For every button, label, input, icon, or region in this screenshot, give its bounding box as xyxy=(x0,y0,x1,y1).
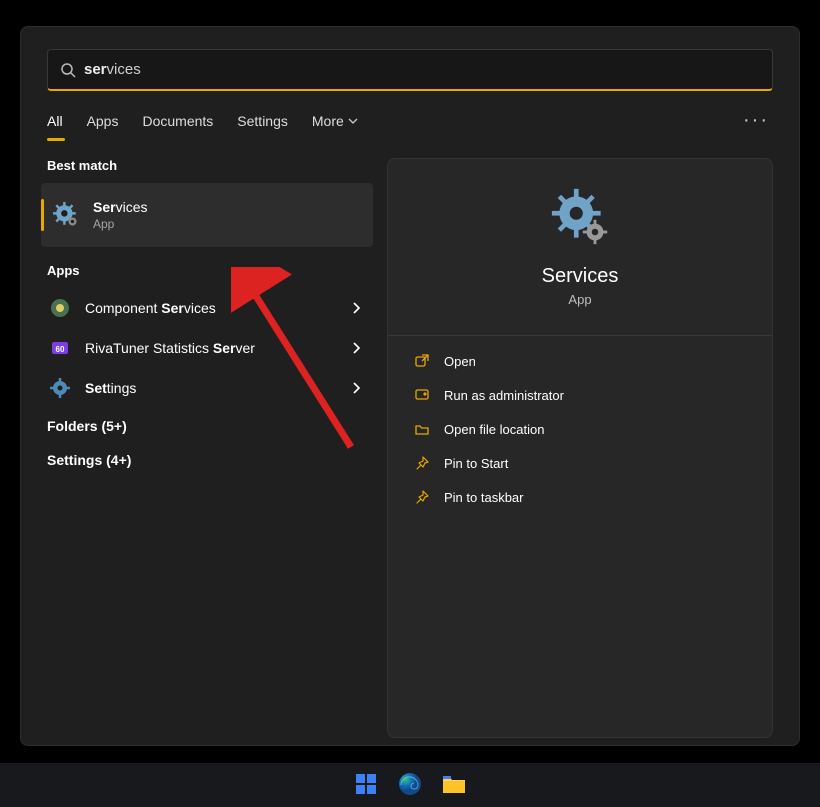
best-match-name: Services xyxy=(93,199,147,215)
tab-apps[interactable]: Apps xyxy=(87,107,119,135)
action-open-location[interactable]: Open file location xyxy=(388,412,772,446)
result-settings-group[interactable]: Settings (4+) xyxy=(41,442,373,468)
result-tabs: All Apps Documents Settings More ··· xyxy=(47,105,773,136)
tab-all[interactable]: All xyxy=(47,107,63,135)
action-label: Open file location xyxy=(444,422,544,437)
action-pin-taskbar[interactable]: Pin to taskbar xyxy=(388,480,772,514)
shield-admin-icon xyxy=(414,387,430,403)
action-label: Run as administrator xyxy=(444,388,564,403)
action-run-admin[interactable]: Run as administrator xyxy=(388,378,772,412)
action-label: Pin to Start xyxy=(444,456,508,471)
action-open[interactable]: Open xyxy=(388,344,772,378)
results-list: Best match Services App Apps xyxy=(41,158,373,738)
chevron-right-icon xyxy=(351,342,361,354)
taskbar xyxy=(0,763,820,807)
rivatuner-icon: 60 xyxy=(49,337,71,359)
action-label: Pin to taskbar xyxy=(444,490,524,505)
settings-gear-icon xyxy=(49,377,71,399)
section-best-match: Best match xyxy=(47,158,373,173)
result-settings[interactable]: Settings xyxy=(41,368,373,408)
more-options-button[interactable]: ··· xyxy=(739,105,773,136)
result-label: RivaTuner Statistics Server xyxy=(85,340,255,356)
best-match-item[interactable]: Services App xyxy=(41,183,373,247)
services-gear-large-icon xyxy=(550,187,610,247)
search-input-text: services xyxy=(84,61,141,78)
detail-actions: Open Run as administrator Open file loca… xyxy=(388,335,772,514)
folder-icon xyxy=(414,421,430,437)
detail-type: App xyxy=(568,292,591,307)
start-button[interactable] xyxy=(353,771,379,797)
best-match-type: App xyxy=(93,217,147,231)
edge-browser-icon[interactable] xyxy=(397,771,423,797)
chevron-right-icon xyxy=(351,302,361,314)
tab-documents[interactable]: Documents xyxy=(142,107,213,135)
component-services-icon xyxy=(49,297,71,319)
open-icon xyxy=(414,353,430,369)
tab-settings[interactable]: Settings xyxy=(237,107,288,135)
result-component-services[interactable]: Component Services xyxy=(41,288,373,328)
result-label: Component Services xyxy=(85,300,216,316)
result-label: Settings xyxy=(85,380,136,396)
chevron-right-icon xyxy=(351,382,361,394)
section-apps: Apps xyxy=(47,263,373,278)
action-label: Open xyxy=(444,354,476,369)
detail-pane: Services App Open Run as administrator O… xyxy=(387,158,773,738)
svg-text:60: 60 xyxy=(56,345,65,354)
action-pin-start[interactable]: Pin to Start xyxy=(388,446,772,480)
file-explorer-icon[interactable] xyxy=(441,771,467,797)
services-gear-icon xyxy=(53,202,79,228)
pin-icon xyxy=(414,489,430,505)
result-folders-group[interactable]: Folders (5+) xyxy=(41,408,373,434)
pin-icon xyxy=(414,455,430,471)
tab-more[interactable]: More xyxy=(312,107,358,135)
detail-title: Services xyxy=(542,265,619,288)
start-search-panel: services All Apps Documents Settings Mor… xyxy=(20,26,800,746)
result-rivatuner[interactable]: 60 RivaTuner Statistics Server xyxy=(41,328,373,368)
search-icon xyxy=(60,62,76,78)
search-box[interactable]: services xyxy=(47,49,773,91)
